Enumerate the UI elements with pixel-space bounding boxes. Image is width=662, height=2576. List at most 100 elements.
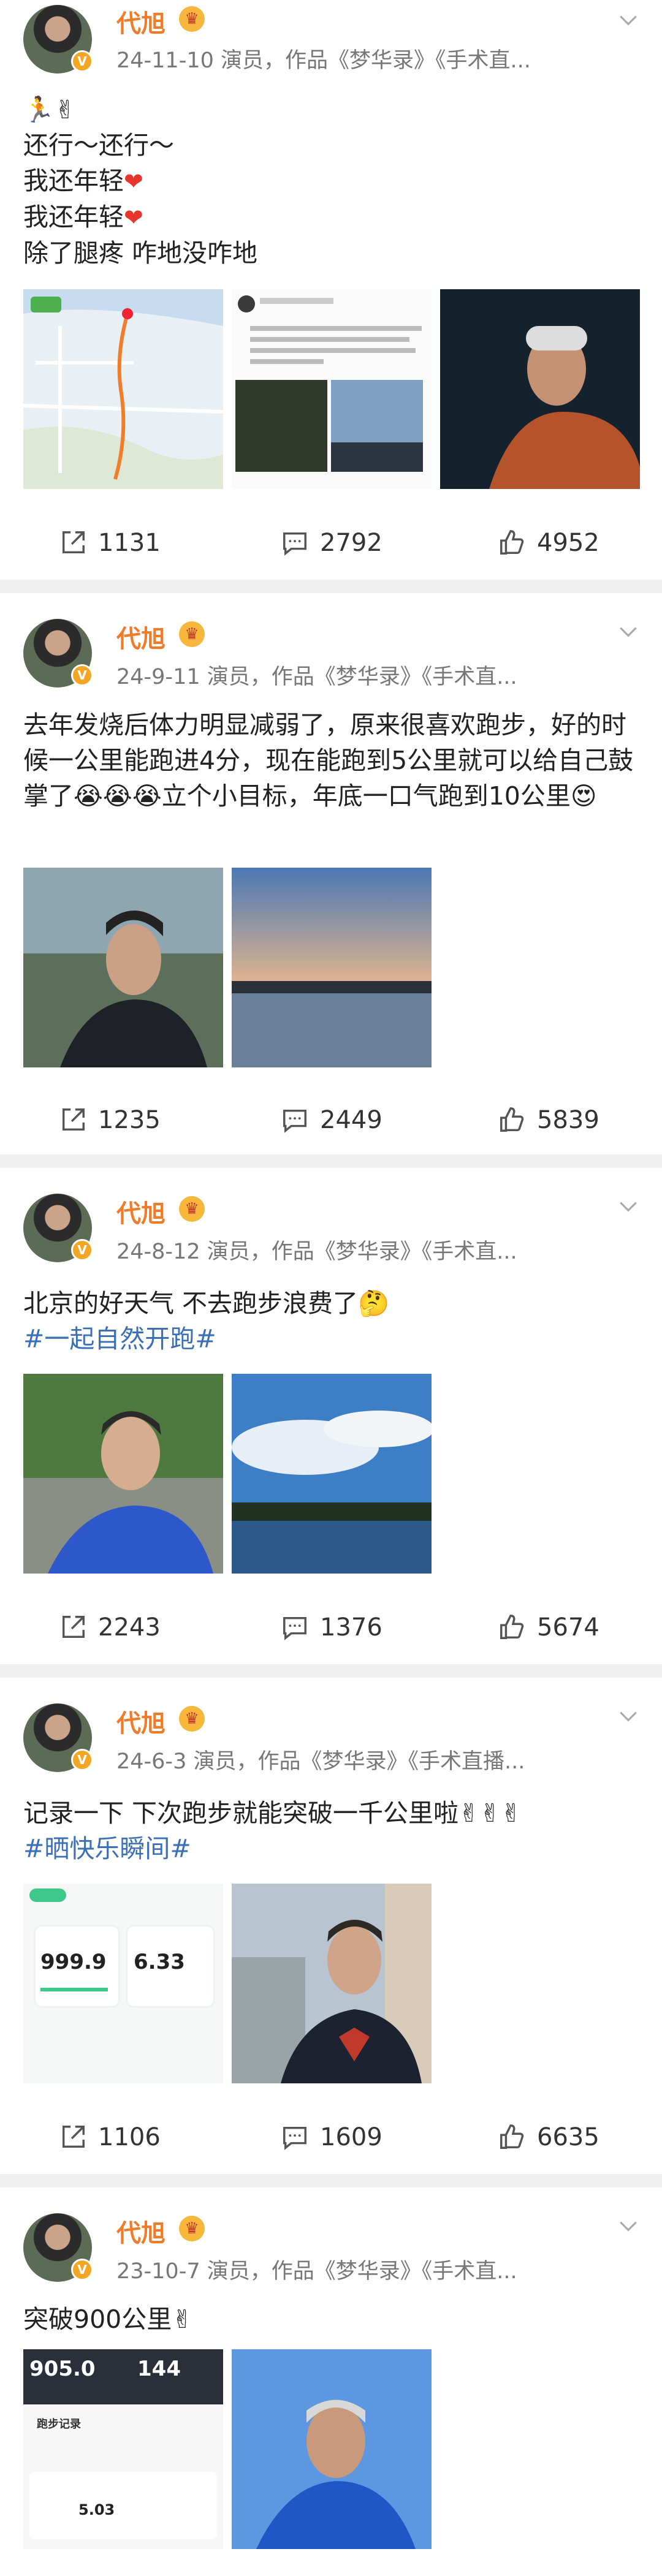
comment-button[interactable]: 2792 xyxy=(281,518,382,567)
thumbs-up-icon xyxy=(500,1107,524,1132)
text-line: 我还年轻 xyxy=(23,202,124,232)
text-line: 还行～还行～ xyxy=(23,131,174,160)
heart-icon: ❤ xyxy=(124,204,143,231)
comment-button[interactable]: 1376 xyxy=(281,1603,382,1652)
post-card: V 代旭 ♛ 24-11-10 演员，作品《梦华录》《手术直... 🏃✌ 还行～… xyxy=(0,0,662,580)
like-button[interactable]: 4952 xyxy=(498,518,599,567)
share-icon xyxy=(62,531,85,554)
post-meta: 24-8-12 演员，作品《梦华录》《手术直... xyxy=(116,1240,517,1264)
text-line: 去年发烧后体力明显减弱了，原来很喜欢跑步，好的时候一公里能跑进4分，现在能跑到5… xyxy=(23,710,634,811)
post-card: V 代旭 ♛ 23-10-7 演员，作品《梦华录》《手术直... 突破900公里… xyxy=(0,2188,662,2576)
comment-icon xyxy=(283,1109,306,1133)
share-icon xyxy=(62,2126,85,2148)
verified-badge-icon: V xyxy=(71,1239,93,1261)
like-button[interactable]: 6635 xyxy=(498,2113,599,2162)
share-button[interactable]: 2243 xyxy=(59,1603,161,1652)
post-text: 🏃✌ 还行～还行～ 我还年轻❤ 我还年轻❤ 除了腿疼 咋地没咋地 xyxy=(23,92,637,271)
chevron-down-icon[interactable] xyxy=(617,1705,640,1728)
run-count-value: 144 xyxy=(137,2357,181,2381)
total-distance-value: 999.9 xyxy=(40,1950,107,1974)
running-record-screenshot[interactable]: 905.0 144 跑步记录 5.03 xyxy=(23,2349,223,2549)
like-count: 5674 xyxy=(537,1613,599,1642)
selfie-image[interactable] xyxy=(232,2349,432,2549)
share-count: 1131 xyxy=(98,529,161,557)
verified-badge-icon: V xyxy=(71,664,93,686)
share-button[interactable]: 1131 xyxy=(59,518,161,567)
comment-button[interactable]: 2449 xyxy=(281,1096,382,1145)
comment-icon xyxy=(283,2126,306,2150)
verified-badge-icon: V xyxy=(71,1749,93,1771)
avatar[interactable]: V xyxy=(23,2213,93,2282)
comment-button[interactable]: 1609 xyxy=(281,2113,382,2162)
share-button[interactable]: 1235 xyxy=(59,1096,161,1145)
avatar[interactable]: V xyxy=(23,1703,93,1772)
action-bar: 2243 1376 5674 xyxy=(0,1603,662,1652)
text-line: 北京的好天气 不去跑步浪费了🤔 xyxy=(23,1289,390,1318)
map-image[interactable] xyxy=(23,289,223,489)
post-card: V 代旭 ♛ 24-6-3 演员，作品《梦华录》《手术直播... 记录一下 下次… xyxy=(0,1678,662,2174)
post-meta: 24-9-11 演员，作品《梦华录》《手术直... xyxy=(116,665,517,689)
chevron-down-icon[interactable] xyxy=(617,620,640,643)
comment-count: 2449 xyxy=(320,1106,382,1134)
verified-badge-icon: V xyxy=(71,2259,93,2281)
post-card: V 代旭 ♛ 24-8-12 演员，作品《梦华录》《手术直... 北京的好天气 … xyxy=(0,1168,662,1664)
like-count: 4952 xyxy=(537,529,599,557)
hashtag-link[interactable]: #一起自然开跑# xyxy=(23,1321,637,1357)
avatar[interactable]: V xyxy=(23,619,93,688)
text-line: 记录一下 下次跑步就能突破一千公里啦✌✌✌ xyxy=(23,1798,522,1828)
record-title: 跑步记录 xyxy=(37,2418,81,2431)
chevron-down-icon[interactable] xyxy=(617,9,640,32)
share-icon xyxy=(62,1108,85,1131)
post-meta: 23-10-7 演员，作品《梦华录》《手术直... xyxy=(116,2259,517,2284)
hashtag-link[interactable]: #晒快乐瞬间# xyxy=(23,1831,637,1866)
like-count: 5839 xyxy=(537,1106,599,1134)
comment-icon xyxy=(283,532,306,556)
text-line: 除了腿疼 咋地没咋地 xyxy=(23,238,258,268)
post-meta: 24-6-3 演员，作品《梦华录》《手术直播... xyxy=(116,1749,525,1774)
thumbs-up-icon xyxy=(500,2124,524,2149)
author-name[interactable]: 代旭 xyxy=(116,1703,166,1739)
vip-crown-icon: ♛ xyxy=(179,2216,205,2241)
avatar[interactable]: V xyxy=(23,5,93,74)
share-count: 2243 xyxy=(98,1613,161,1642)
vip-crown-icon: ♛ xyxy=(179,6,205,32)
share-button[interactable]: 1106 xyxy=(59,2113,161,2162)
heart-icon: ❤ xyxy=(124,168,143,195)
comment-count: 1609 xyxy=(320,2123,382,2151)
avatar[interactable]: V xyxy=(23,1194,93,1262)
author-name[interactable]: 代旭 xyxy=(116,4,166,39)
lake-sunset-image[interactable] xyxy=(232,868,432,1067)
selfie-image[interactable] xyxy=(23,868,223,1067)
text-line: 突破900公里✌ xyxy=(23,2305,193,2334)
post-text: 突破900公里✌ xyxy=(23,2301,637,2337)
chevron-down-icon[interactable] xyxy=(617,2214,640,2238)
author-name[interactable]: 代旭 xyxy=(116,619,166,654)
verified-badge-icon: V xyxy=(71,50,93,72)
running-app-screenshot[interactable]: 999.9 6.33 xyxy=(23,1884,223,2083)
thumbs-up-icon xyxy=(500,530,524,555)
author-name[interactable]: 代旭 xyxy=(116,2213,166,2249)
vip-crown-icon: ♛ xyxy=(179,1196,205,1222)
post-meta: 24-11-10 演员，作品《梦华录》《手术直... xyxy=(116,48,531,73)
post-card: V 代旭 ♛ 24-9-11 演员，作品《梦华录》《手术直... 去年发烧后体力… xyxy=(0,593,662,1154)
run-distance-value: 5.03 xyxy=(78,2501,115,2518)
action-bar: 1131 2792 4952 xyxy=(0,518,662,567)
vip-crown-icon: ♛ xyxy=(179,621,205,647)
selfie-image[interactable] xyxy=(232,1884,432,2083)
selfie-image[interactable] xyxy=(23,1374,223,1574)
lake-sky-image[interactable] xyxy=(232,1374,432,1574)
share-count: 1235 xyxy=(98,1106,161,1134)
author-name[interactable]: 代旭 xyxy=(116,1194,166,1229)
like-button[interactable]: 5674 xyxy=(498,1603,599,1652)
night-selfie-image[interactable] xyxy=(440,289,640,489)
average-pace-value: 6.33 xyxy=(134,1950,185,1974)
screenshot-image[interactable] xyxy=(232,289,432,489)
like-count: 6635 xyxy=(537,2123,599,2151)
comment-count: 1376 xyxy=(320,1613,382,1642)
comment-icon xyxy=(283,1616,306,1640)
like-button[interactable]: 5839 xyxy=(498,1096,599,1145)
post-text: 记录一下 下次跑步就能突破一千公里啦✌✌✌ #晒快乐瞬间# xyxy=(23,1795,637,1866)
thumbs-up-icon xyxy=(500,1615,524,1639)
chevron-down-icon[interactable] xyxy=(617,1195,640,1218)
post-text: 去年发烧后体力明显减弱了，原来很喜欢跑步，好的时候一公里能跑进4分，现在能跑到5… xyxy=(23,707,637,814)
